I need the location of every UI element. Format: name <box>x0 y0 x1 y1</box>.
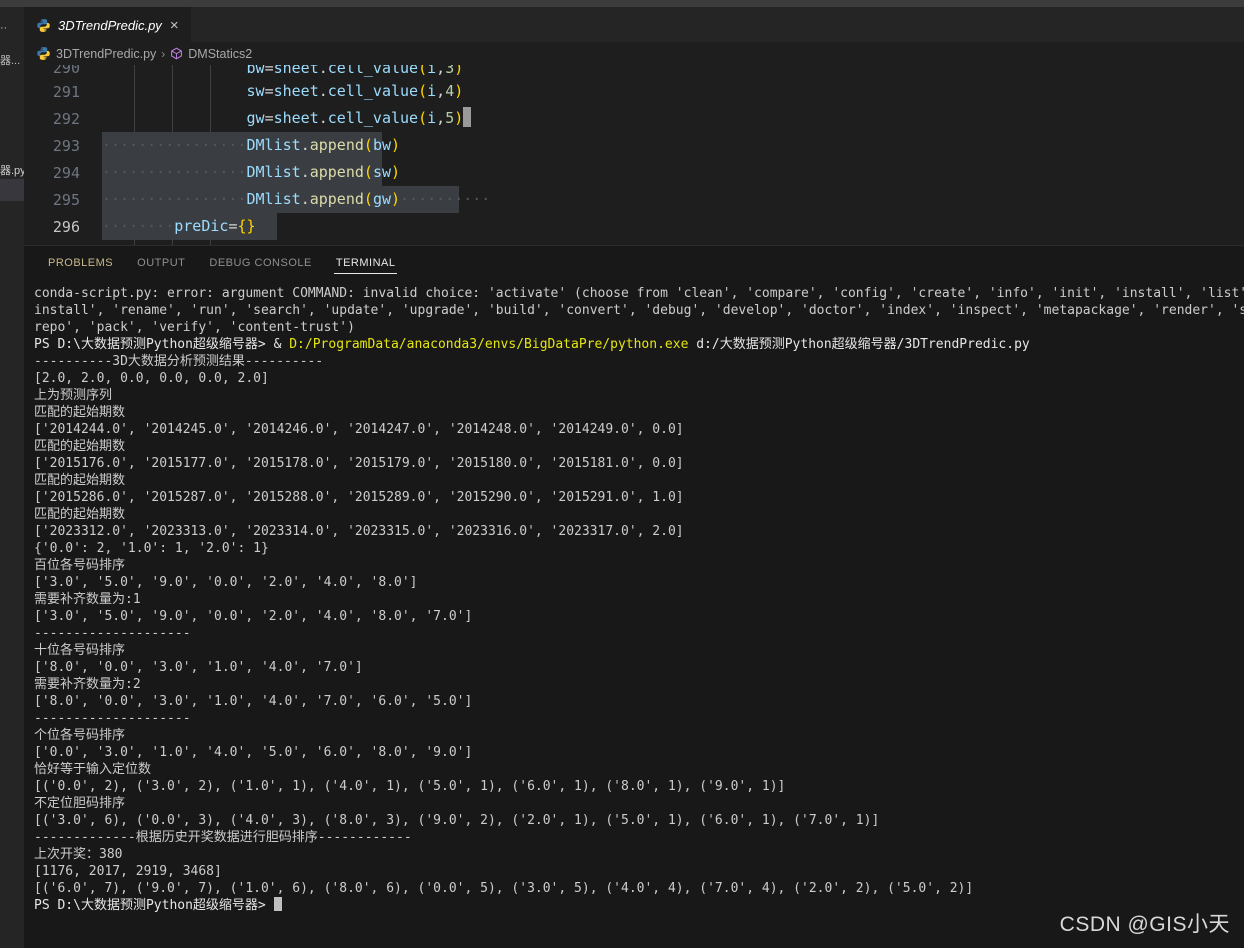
terminal-line: 上次开奖：380 <box>34 847 123 862</box>
code-lines: 290 bw=sheet.cell_value(i,3) 291 sw=sheet… <box>24 65 1244 240</box>
terminal-line: ['2023312.0', '2023313.0', '2023314.0', … <box>34 524 684 539</box>
code-line[interactable]: 296 ········preDic={} <box>24 213 1244 240</box>
panel-tab-debug-console[interactable]: DEBUG CONSOLE <box>197 246 323 281</box>
terminal-line: [('0.0', 2), ('3.0', 2), ('1.0', 1), ('4… <box>34 779 786 794</box>
terminal-line: 需要补齐数量为:2 <box>34 677 141 692</box>
breadcrumb-symbol[interactable]: DMStatics2 <box>170 47 252 61</box>
bottom-panel: PROBLEMS OUTPUT DEBUG CONSOLE TERMINAL cond… <box>24 245 1244 948</box>
close-icon[interactable]: × <box>169 18 180 33</box>
sidebar-sliver: ·· 器... 器.py <box>0 7 24 948</box>
terminal-line: 匹配的起始期数 <box>34 473 126 488</box>
breadcrumb-symbol-label: DMStatics2 <box>188 46 253 61</box>
panel-tablist: PROBLEMS OUTPUT DEBUG CONSOLE TERMINAL <box>24 246 1244 281</box>
sidebar-fragment-file[interactable]: 器.py <box>0 162 24 178</box>
line-number: 294 <box>52 163 80 182</box>
terminal-line: 百位各号码排序 <box>34 558 126 573</box>
terminal-line: 十位各号码排序 <box>34 643 126 658</box>
terminal-line: -------------根据历史开奖数据进行胆码排序------------ <box>34 830 412 845</box>
code-line[interactable]: 293 ················DMlist.append(bw) <box>24 132 1244 159</box>
code-text: ········preDic={} <box>102 213 1244 240</box>
terminal-line: ['2015286.0', '2015287.0', '2015288.0', … <box>34 490 684 505</box>
terminal-line: 需要补齐数量为:1 <box>34 592 141 607</box>
terminal-line: ['3.0', '5.0', '9.0', '0.0', '2.0', '4.0… <box>34 609 473 624</box>
code-line[interactable]: 294 ················DMlist.append(sw) <box>24 159 1244 186</box>
terminal-line: 匹配的起始期数 <box>34 405 126 420</box>
code-line[interactable]: 291 sw=sheet.cell_value(i,4) <box>24 78 1244 105</box>
code-line[interactable]: 290 bw=sheet.cell_value(i,3) <box>24 65 1244 78</box>
terminal-line: -------------------- <box>34 626 191 641</box>
terminal-line: ['0.0', '3.0', '1.0', '4.0', '5.0', '6.0… <box>34 745 473 760</box>
terminal-line: conda-script.py: error: argument COMMAND… <box>34 286 1244 301</box>
terminal-line: repo', 'pack', 'verify', 'content-trust'… <box>34 320 355 335</box>
code-text: ················DMlist.append(gw)·······… <box>102 186 1244 213</box>
line-number: 293 <box>52 136 80 155</box>
terminal-line: 个位各号码排序 <box>34 728 126 743</box>
tab-3dtrendpredic[interactable]: 3DTrendPredic.py × <box>24 7 192 42</box>
terminal-prompt-line[interactable]: PS D:\大数据预测Python超级缩号器> <box>34 897 1244 914</box>
code-text: gw=sheet.cell_value(i,5) <box>102 105 1244 132</box>
cube-icon <box>171 47 183 60</box>
code-line[interactable]: 292 gw=sheet.cell_value(i,5) <box>24 105 1244 132</box>
terminal-line: 恰好等于输入定位数 <box>34 762 152 777</box>
terminal-line: install', 'rename', 'run', 'search', 'up… <box>34 303 1244 318</box>
sidebar-selected-row[interactable] <box>0 179 24 201</box>
breadcrumb: 3DTrendPredic.py › DMStatics2 <box>24 42 1244 65</box>
line-number: 292 <box>52 109 80 128</box>
code-line[interactable]: 295 ················DMlist.append(gw)····… <box>24 186 1244 213</box>
terminal-line: [('6.0', 7), ('9.0', 7), ('1.0', 6), ('8… <box>34 881 974 896</box>
panel-tab-problems[interactable]: PROBLEMS <box>36 246 125 281</box>
window-toolbar-strip <box>0 0 1244 7</box>
code-text: ················DMlist.append(sw) <box>102 159 1244 186</box>
terminal-line: ['2014244.0', '2014245.0', '2014246.0', … <box>34 422 684 437</box>
panel-tab-output[interactable]: OUTPUT <box>125 246 197 281</box>
code-text: ················DMlist.append(bw) <box>102 132 1244 159</box>
panel-tab-terminal[interactable]: TERMINAL <box>324 246 408 281</box>
sidebar-fragment-top: ·· <box>0 22 8 34</box>
terminal-line: 匹配的起始期数 <box>34 439 126 454</box>
workbench-body: ·· 器... 器.py 3DTrendPredic.py × 3DTrendP… <box>0 7 1244 948</box>
chevron-right-icon: › <box>161 46 166 61</box>
terminal-line: [1176, 2017, 2919, 3468] <box>34 864 222 879</box>
editor-area: 3DTrendPredic.py × 3DTrendPredic.py › DM… <box>24 7 1244 948</box>
terminal-line: ['2015176.0', '2015177.0', '2015178.0', … <box>34 456 684 471</box>
line-number: 290 <box>52 65 80 77</box>
vscode-window: ·· 器... 器.py 3DTrendPredic.py × 3DTrendP… <box>0 0 1244 948</box>
python-icon <box>36 46 51 61</box>
text-cursor <box>463 107 472 127</box>
terminal-line: 上为预测序列 <box>34 388 113 403</box>
terminal-line: {'0.0': 2, '1.0': 1, '2.0': 1} <box>34 541 269 556</box>
terminal-line: ----------3D大数据分析预测结果---------- <box>34 354 324 369</box>
terminal-line: 匹配的起始期数 <box>34 507 126 522</box>
line-number: 296 <box>52 217 80 236</box>
terminal-line: 不定位胆码排序 <box>34 796 126 811</box>
line-number: 291 <box>52 82 80 101</box>
terminal-line: [2.0, 2.0, 0.0, 0.0, 0.0, 2.0] <box>34 371 269 386</box>
terminal-line: [('3.0', 6), ('0.0', 3), ('4.0', 3), ('8… <box>34 813 880 828</box>
code-text: sw=sheet.cell_value(i,4) <box>246 82 464 100</box>
terminal-line: -------------------- <box>34 711 191 726</box>
terminal-line: ['8.0', '0.0', '3.0', '1.0', '4.0', '7.0… <box>34 660 363 675</box>
terminal-line: ['8.0', '0.0', '3.0', '1.0', '4.0', '7.0… <box>34 694 473 709</box>
terminal-line: PS D:\大数据预测Python超级缩号器> & D:/ProgramData… <box>34 337 1030 352</box>
editor-tabbar: 3DTrendPredic.py × <box>24 7 1244 42</box>
sidebar-fragment-folder[interactable]: 器... <box>0 52 24 68</box>
tab-label: 3DTrendPredic.py <box>58 17 162 33</box>
line-number: 295 <box>52 190 80 209</box>
terminal-output[interactable]: conda-script.py: error: argument COMMAND… <box>24 281 1244 948</box>
python-icon <box>36 18 51 33</box>
terminal-line: ['3.0', '5.0', '9.0', '0.0', '2.0', '4.0… <box>34 575 418 590</box>
terminal-cursor <box>273 897 282 911</box>
code-editor[interactable]: 290 bw=sheet.cell_value(i,3) 291 sw=sheet… <box>24 65 1244 245</box>
breadcrumb-file-label: 3DTrendPredic.py <box>56 46 157 61</box>
breadcrumb-file[interactable]: 3DTrendPredic.py <box>36 46 156 61</box>
terminal-prompt: PS D:\大数据预测Python超级缩号器> <box>34 898 274 913</box>
